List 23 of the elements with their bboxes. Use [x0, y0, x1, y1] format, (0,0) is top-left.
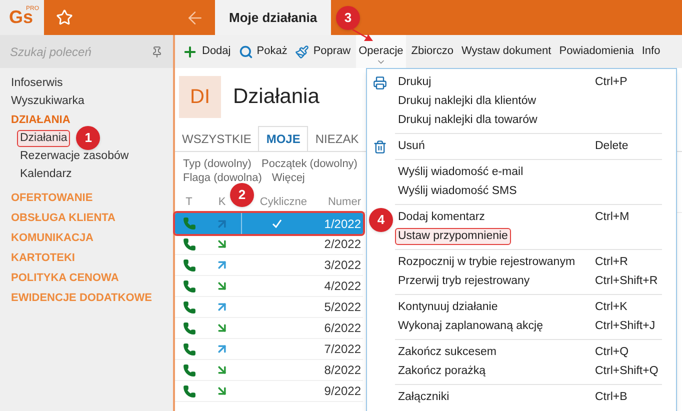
table-cell-text: 5/2022: [323, 299, 362, 316]
table-cell-text: 4/2022: [323, 278, 362, 295]
shortcut-label: Ctrl+Shift+J: [595, 318, 656, 334]
step-number-badge: 2: [230, 183, 254, 207]
shortcut-label: Ctrl+Shift+Q: [595, 364, 658, 379]
shortcut-label: Ctrl+B: [595, 390, 628, 405]
shortcut-label: Ctrl+Q: [595, 344, 629, 360]
table-cell-text: 7/2022: [323, 341, 362, 358]
table-cell-text: 1/2022: [323, 216, 362, 232]
shortcut-label: Ctrl+P: [595, 74, 628, 90]
shortcut-label: Ctrl+M: [595, 210, 630, 225]
shortcut-label: Ctrl+Shift+R: [595, 274, 658, 289]
table-cell-text: 9/2022: [323, 383, 362, 400]
step-number-badge: 1: [76, 126, 100, 150]
module-badge: DI: [179, 76, 221, 118]
shortcut-label: Ctrl+K: [595, 300, 628, 315]
table-cell-text: 8/2022: [323, 362, 362, 379]
page-title: Działania: [233, 84, 320, 110]
table-cell-text: 2/2022: [323, 236, 362, 253]
table-cell-text: 6/2022: [323, 320, 362, 337]
shortcut-label: Ctrl+R: [595, 254, 628, 270]
table-cell-text: 3/2022: [323, 257, 362, 274]
shortcut-label: Delete: [595, 138, 628, 154]
